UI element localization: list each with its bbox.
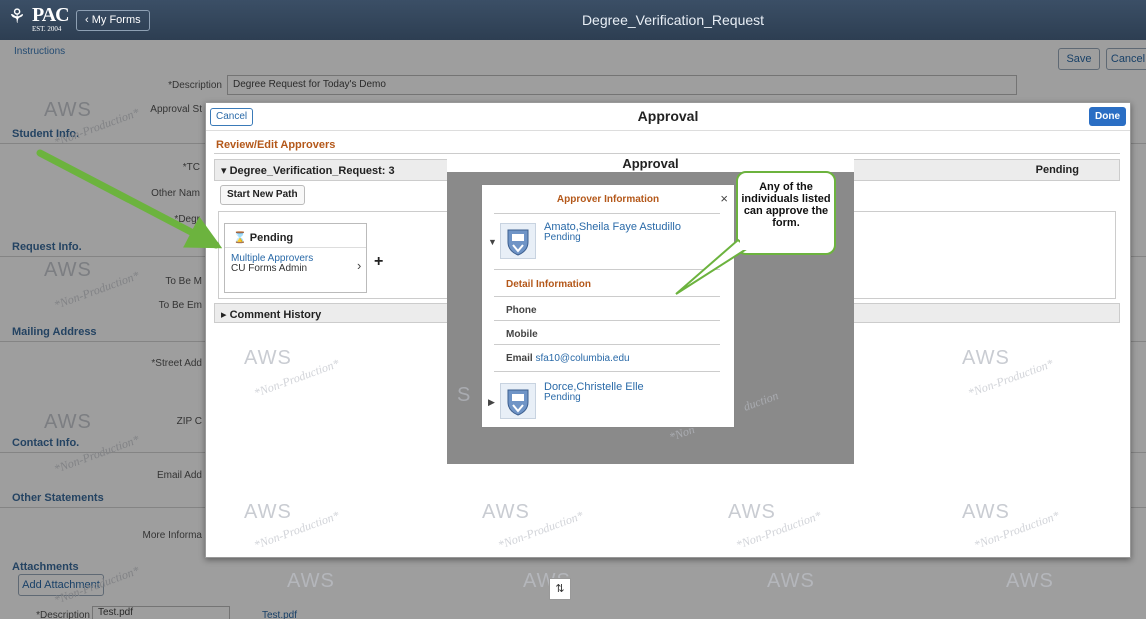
annotation-arrows [36, 149, 750, 295]
green-arrow-icon [36, 149, 223, 249]
callout-seam [740, 236, 756, 250]
callout-pointer [675, 238, 750, 295]
